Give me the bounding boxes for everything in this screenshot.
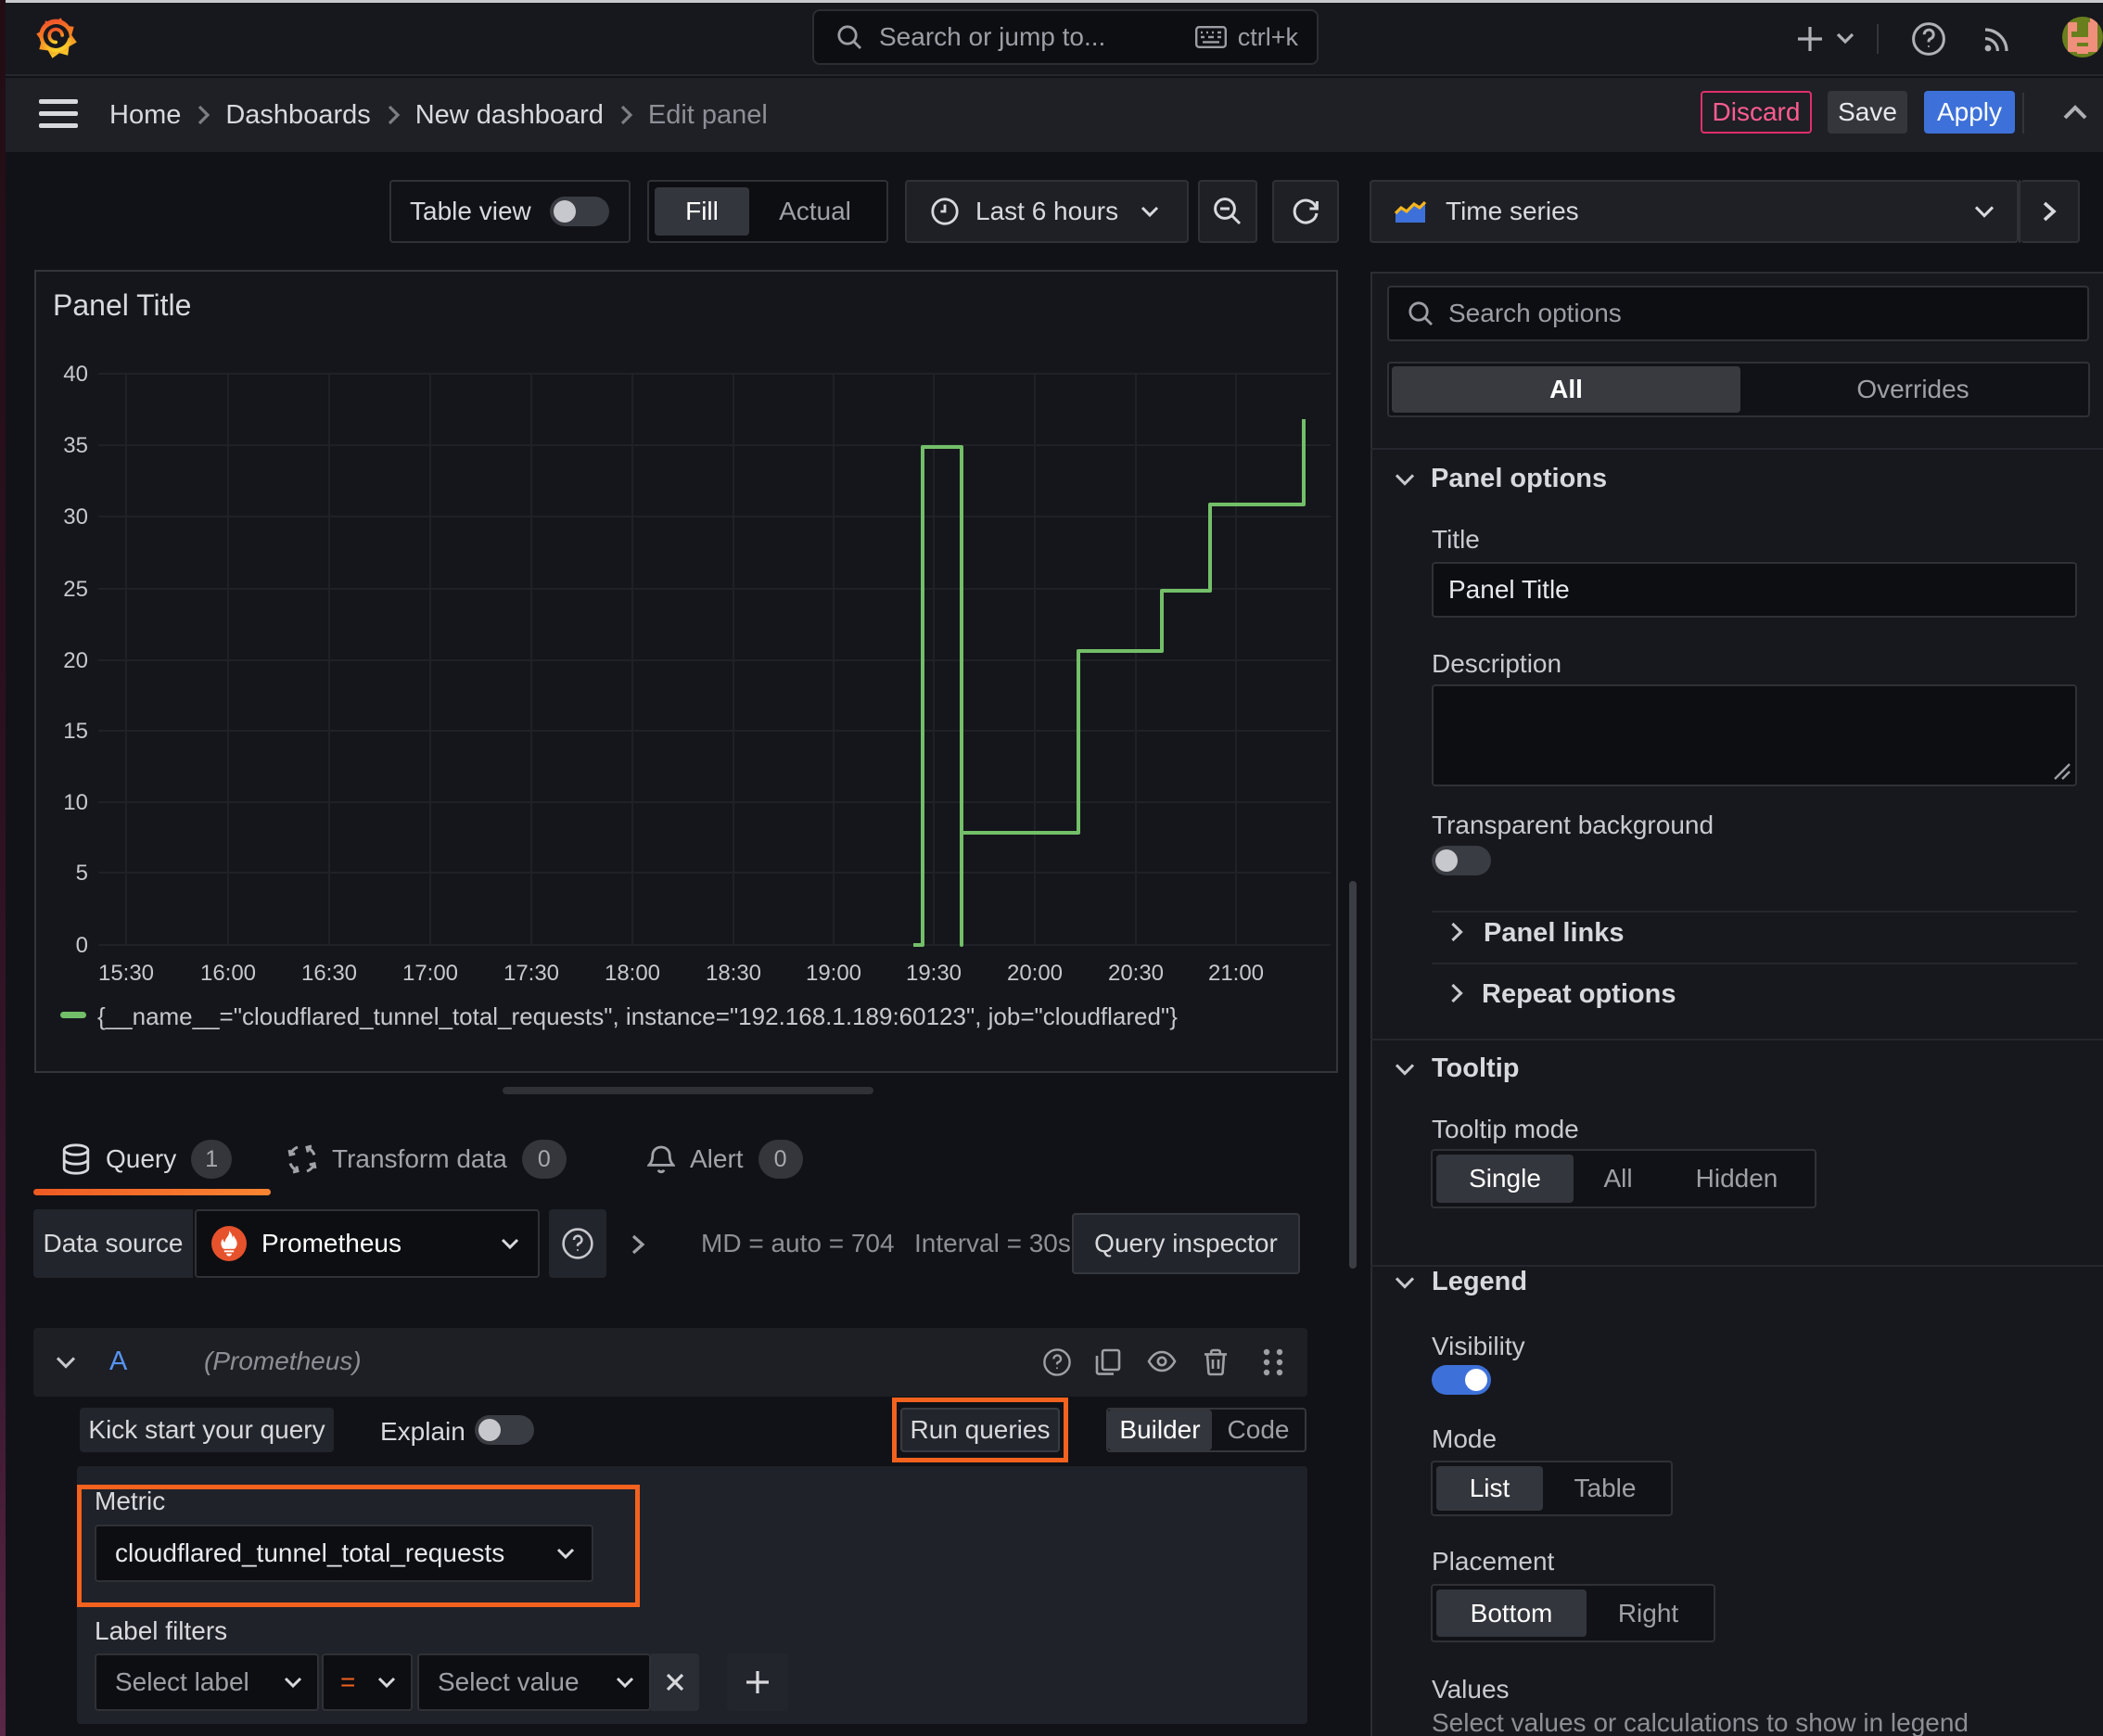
svg-text:15:30: 15:30: [98, 961, 154, 986]
svg-text:19:00: 19:00: [806, 961, 861, 986]
svg-text:40: 40: [63, 362, 88, 387]
svg-text:25: 25: [63, 577, 88, 602]
svg-text:20: 20: [63, 648, 88, 673]
svg-text:18:00: 18:00: [605, 961, 660, 986]
svg-text:0: 0: [76, 933, 88, 958]
svg-text:16:30: 16:30: [301, 961, 357, 986]
svg-text:17:00: 17:00: [402, 961, 458, 986]
svg-text:19:30: 19:30: [906, 961, 962, 986]
svg-text:17:30: 17:30: [503, 961, 559, 986]
svg-text:35: 35: [63, 433, 88, 458]
svg-text:30: 30: [63, 504, 88, 530]
svg-text:{__name__="cloudflared_tunnel_: {__name__="cloudflared_tunnel_total_requ…: [97, 1002, 1178, 1030]
svg-text:21:00: 21:00: [1208, 961, 1264, 986]
svg-text:16:00: 16:00: [200, 961, 256, 986]
svg-text:18:30: 18:30: [706, 961, 761, 986]
svg-text:20:30: 20:30: [1108, 961, 1164, 986]
svg-text:5: 5: [76, 861, 88, 886]
svg-text:10: 10: [63, 790, 88, 815]
svg-text:20:00: 20:00: [1007, 961, 1063, 986]
svg-text:15: 15: [63, 719, 88, 744]
